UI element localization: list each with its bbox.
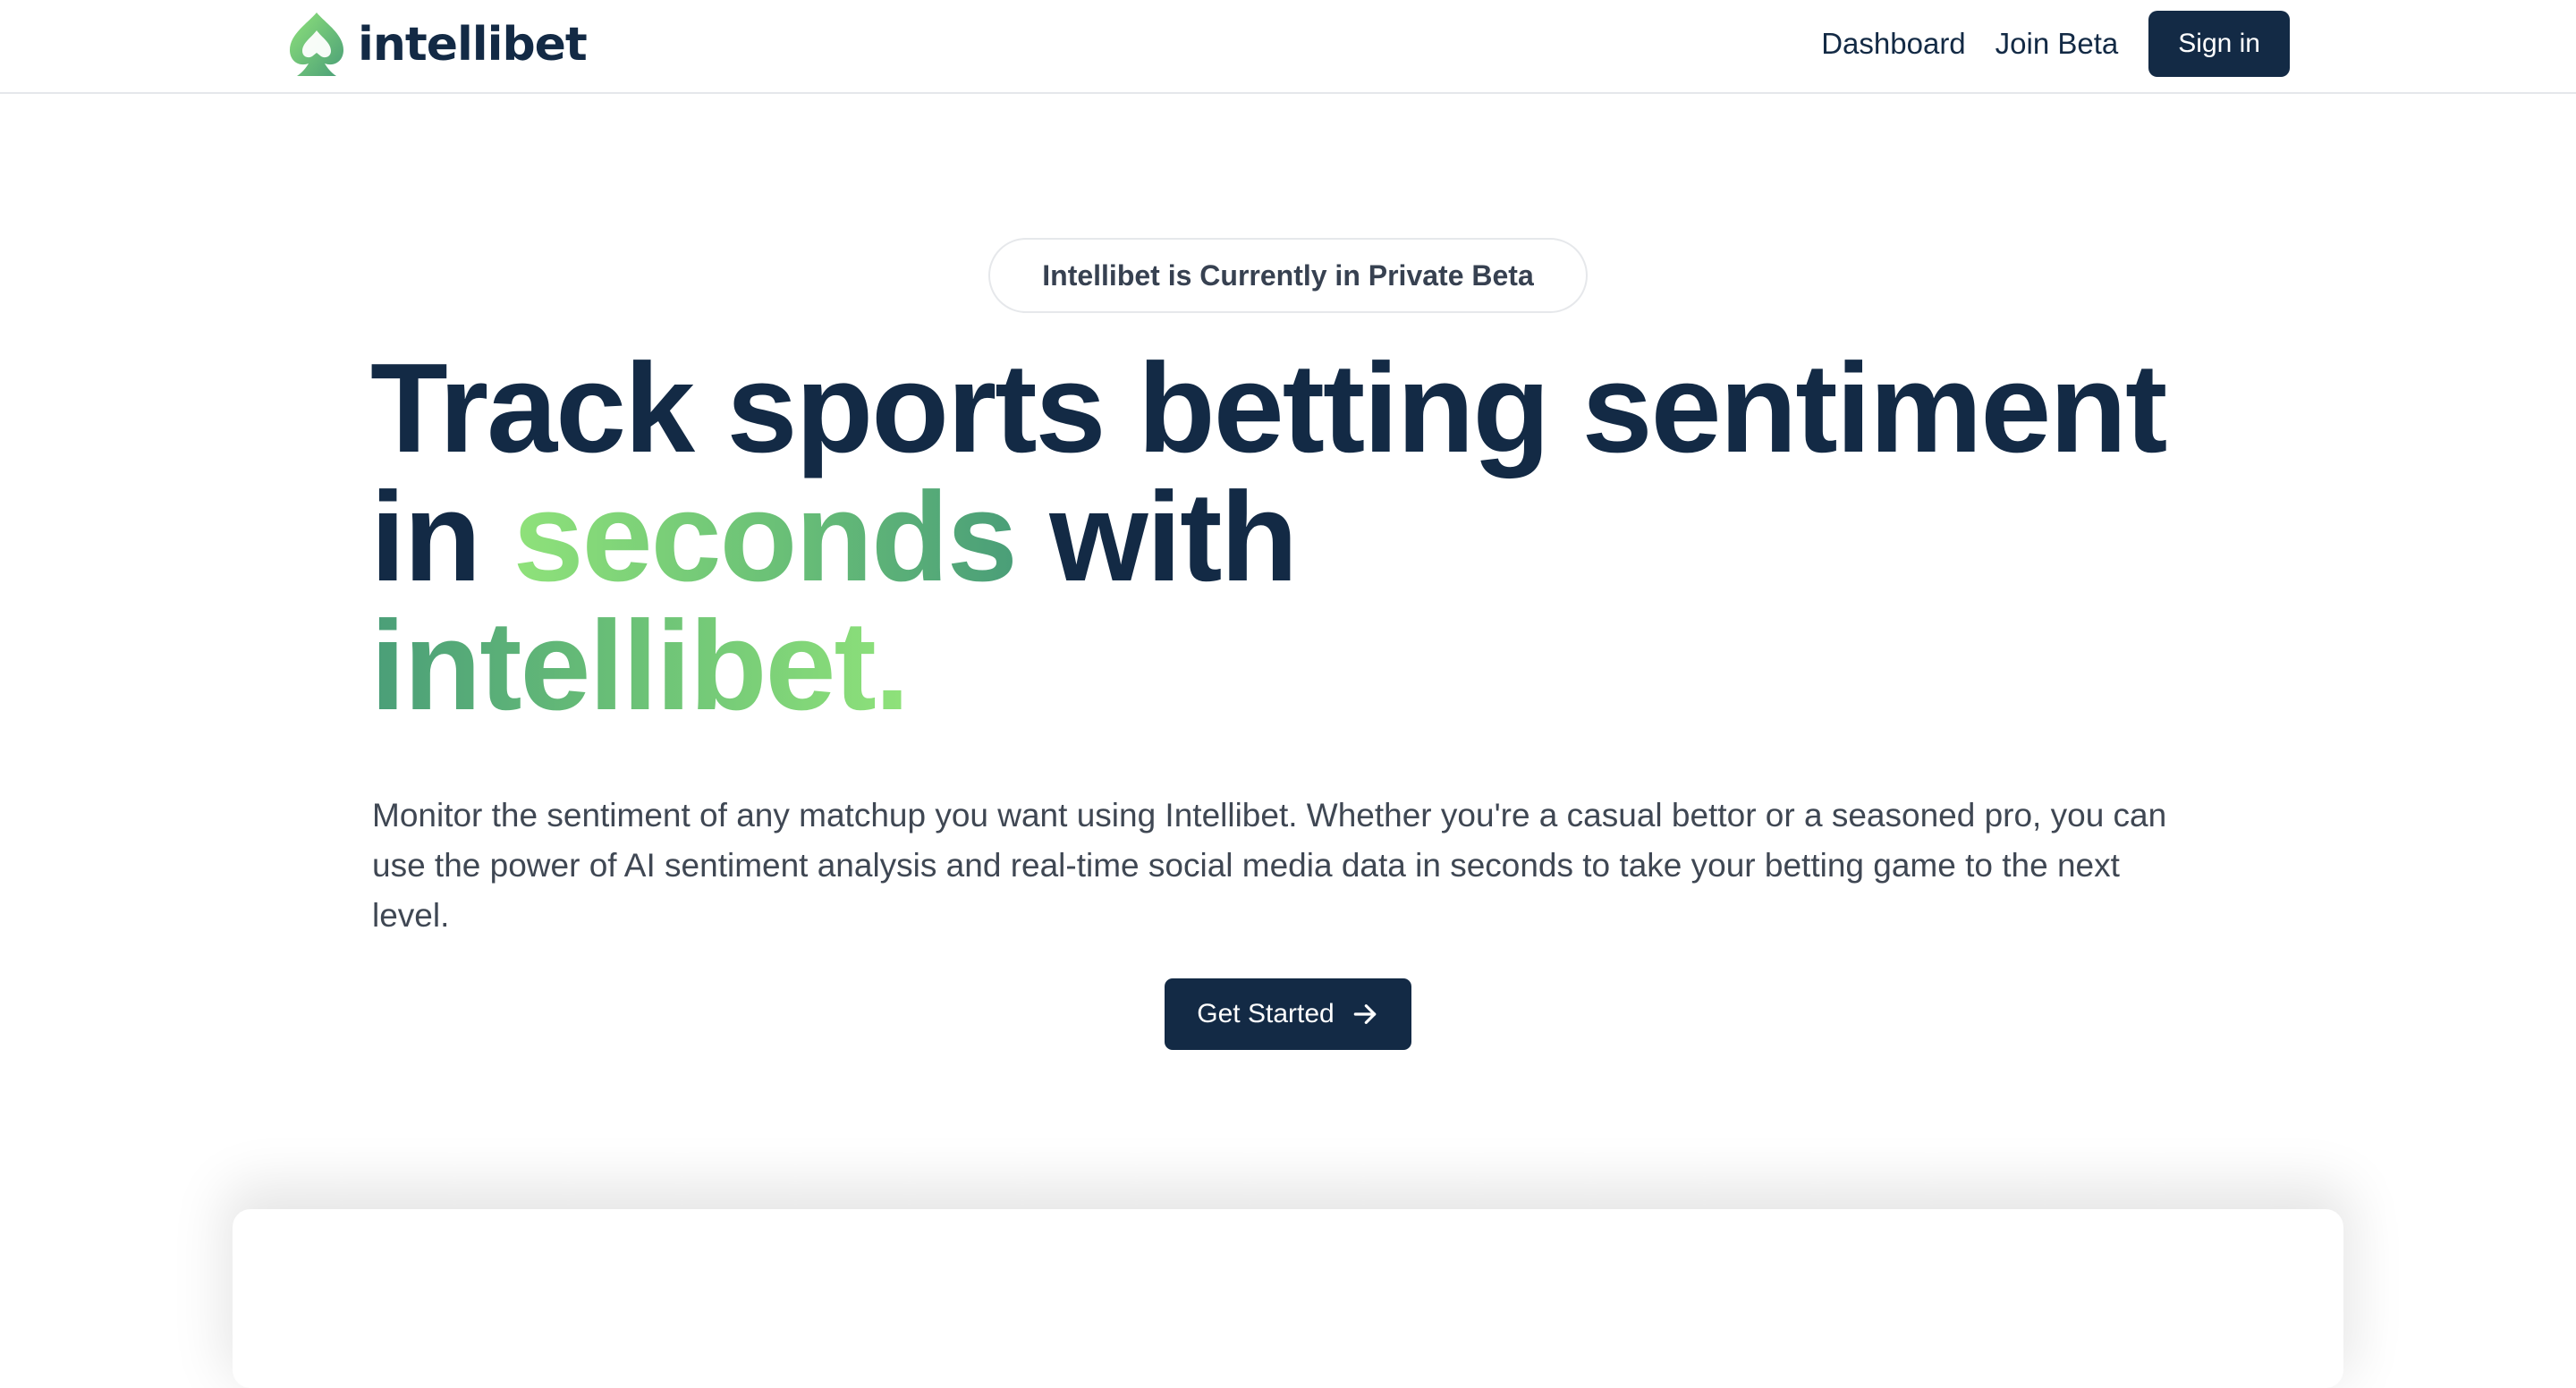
- headline-text-part2: with: [1015, 466, 1298, 608]
- site-header: intellibet Dashboard Join Beta Sign in: [0, 0, 2576, 94]
- brand-home-link[interactable]: intellibet: [284, 9, 588, 80]
- headline-highlight-seconds: seconds: [513, 466, 1018, 608]
- nav-link-join-beta[interactable]: Join Beta: [1996, 27, 2119, 61]
- sign-in-button[interactable]: Sign in: [2148, 11, 2290, 77]
- beta-status-badge: Intellibet is Currently in Private Beta: [988, 238, 1588, 313]
- main-nav: Dashboard Join Beta Sign in: [1821, 11, 2290, 77]
- get-started-label: Get Started: [1197, 999, 1335, 1028]
- app-preview-card: [233, 1209, 2343, 1388]
- spade-logo-icon: [290, 13, 343, 76]
- nav-link-dashboard[interactable]: Dashboard: [1821, 27, 1965, 61]
- arrow-right-icon: [1353, 1004, 1376, 1024]
- hero-headline: Track sports betting sentiment in second…: [370, 344, 2249, 731]
- get-started-button[interactable]: Get Started: [1165, 978, 1411, 1050]
- brand-name: intellibet: [358, 18, 588, 72]
- headline-highlight-brand: intellibet.: [370, 595, 910, 737]
- hero-description: Monitor the sentiment of any matchup you…: [372, 797, 2167, 934]
